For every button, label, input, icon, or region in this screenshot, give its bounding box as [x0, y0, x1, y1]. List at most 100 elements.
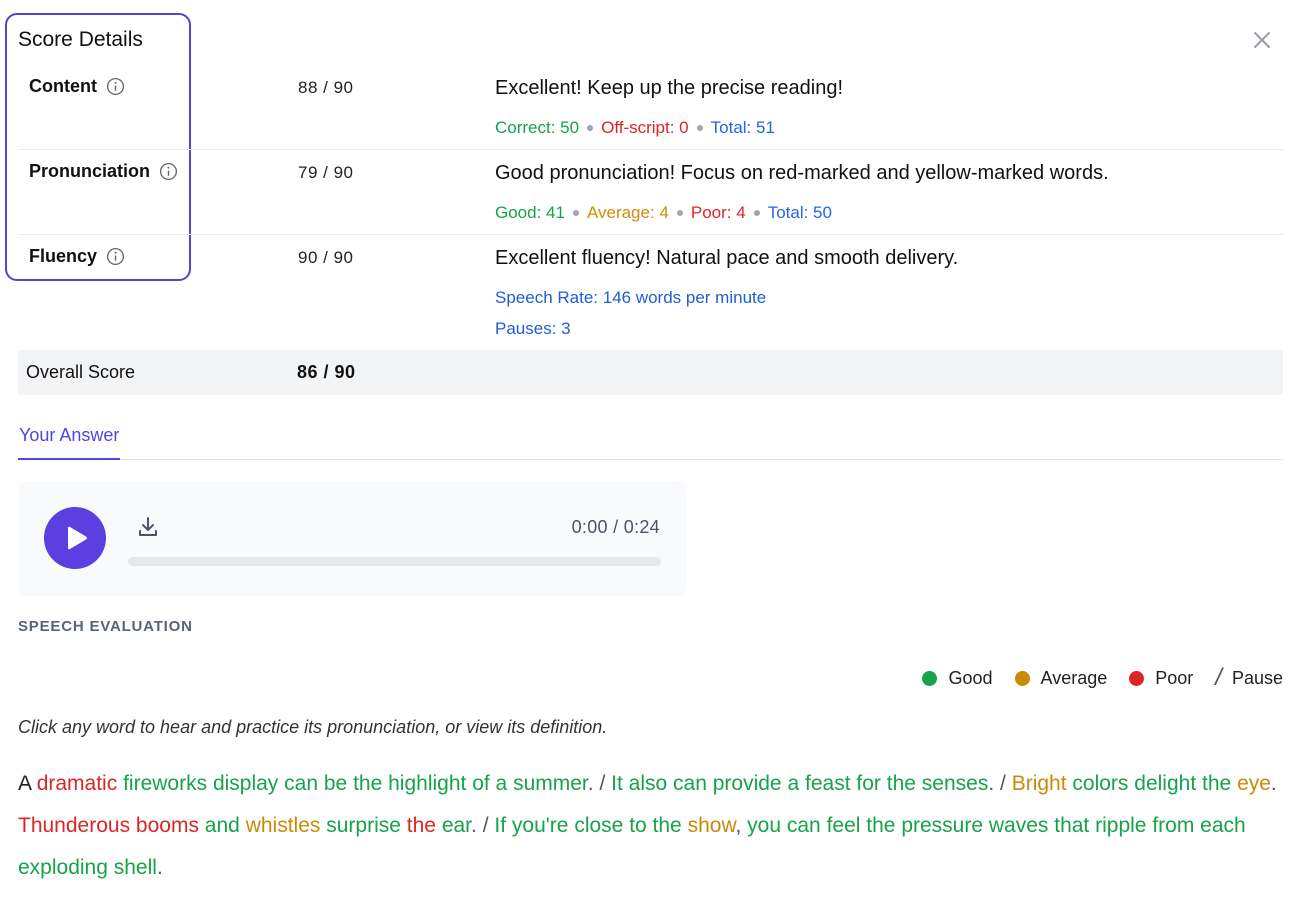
fluency-pauses: Pauses: 3: [495, 319, 571, 338]
fluency-speech-rate: Speech Rate: 146 words per minute: [495, 288, 767, 307]
close-icon[interactable]: [1251, 29, 1273, 51]
word[interactable]: whistles: [246, 814, 321, 837]
tab-your-answer[interactable]: Your Answer: [18, 425, 121, 460]
pronunciation-good-count: Good: 41: [495, 203, 565, 222]
separator-dot: [753, 210, 760, 216]
word[interactable]: ripple: [1095, 814, 1146, 837]
word[interactable]: feel: [827, 814, 861, 837]
word[interactable]: A: [18, 772, 31, 795]
word[interactable]: close: [574, 814, 623, 837]
legend-poor: Poor: [1129, 668, 1193, 689]
punctuation: .: [587, 772, 594, 795]
speech-evaluation-heading: SPEECH EVALUATION: [18, 618, 193, 635]
content-score: 88 / 90: [298, 78, 354, 97]
word[interactable]: be: [324, 772, 347, 795]
word[interactable]: for: [856, 772, 881, 795]
word[interactable]: of: [472, 772, 490, 795]
punctuation: .: [1270, 772, 1277, 795]
word[interactable]: exploding: [18, 856, 108, 879]
separator-dot: [572, 210, 579, 216]
word[interactable]: a: [496, 772, 508, 795]
punctuation: .: [471, 814, 477, 837]
content-label: Content: [29, 76, 97, 96]
content-total-count: Total: 51: [710, 118, 775, 137]
word[interactable]: each: [1200, 814, 1246, 837]
play-icon: [68, 526, 87, 550]
info-icon[interactable]: [159, 162, 178, 181]
word[interactable]: It: [611, 772, 623, 795]
pronunciation-average-count: Average: 4: [586, 203, 669, 222]
progress-track[interactable]: [128, 557, 661, 566]
word[interactable]: a: [787, 772, 799, 795]
punctuation: ,: [735, 814, 742, 837]
word[interactable]: that: [1054, 814, 1089, 837]
word[interactable]: pressure: [901, 814, 983, 837]
info-icon[interactable]: [106, 77, 125, 96]
play-button[interactable]: [44, 507, 106, 569]
download-icon[interactable]: [136, 515, 160, 539]
content-category: Content: [29, 76, 125, 97]
separator-dot: [696, 125, 703, 131]
average-dot-icon: [1014, 670, 1030, 686]
word[interactable]: shell: [114, 856, 157, 879]
word[interactable]: Bright: [1012, 772, 1067, 795]
overall-score-value: 86 / 90: [297, 362, 356, 382]
word[interactable]: delight: [1134, 772, 1196, 795]
punctuation: .: [988, 772, 995, 795]
word[interactable]: you: [747, 814, 781, 837]
word[interactable]: provide: [713, 772, 782, 795]
word[interactable]: senses: [922, 772, 989, 795]
word[interactable]: can: [787, 814, 821, 837]
word[interactable]: from: [1152, 814, 1194, 837]
legend-average-label: Average: [1040, 667, 1108, 688]
pronunciation-stats: Good: 41 Average: 4 Poor: 4 Total: 50: [495, 203, 832, 223]
separator-dot: [676, 210, 683, 216]
word[interactable]: to: [629, 814, 647, 837]
word[interactable]: also: [629, 772, 668, 795]
word[interactable]: the: [353, 772, 382, 795]
word[interactable]: booms: [136, 814, 199, 837]
content-correct-count: Correct: 50: [495, 118, 580, 137]
pronunciation-feedback: Good pronunciation! Focus on red-marked …: [495, 162, 1109, 184]
legend-average: Average: [1014, 667, 1108, 689]
pronunciation-total-count: Total: 50: [767, 203, 832, 222]
evaluated-passage: A dramatic fireworks display can be the …: [18, 763, 1286, 889]
fluency-category: Fluency: [29, 246, 125, 267]
word[interactable]: ear: [442, 814, 471, 837]
word[interactable]: the: [407, 814, 436, 837]
evaluation-hint: Click any word to hear and practice its …: [18, 717, 608, 737]
pause-marker: /: [599, 772, 606, 795]
word[interactable]: the: [887, 772, 916, 795]
word[interactable]: waves: [989, 814, 1049, 837]
content-score-row: Content 88 / 90 Excellent! Keep up the p…: [18, 65, 1283, 150]
word[interactable]: dramatic: [37, 772, 118, 795]
fluency-feedback: Excellent fluency! Natural pace and smoo…: [495, 247, 959, 269]
word[interactable]: and: [205, 814, 240, 837]
word[interactable]: the: [866, 814, 895, 837]
word[interactable]: you're: [512, 814, 569, 837]
info-icon[interactable]: [106, 247, 125, 266]
word[interactable]: feast: [805, 772, 851, 795]
word[interactable]: fireworks: [123, 772, 207, 795]
word[interactable]: eye: [1237, 772, 1271, 795]
word[interactable]: can: [284, 772, 318, 795]
content-offscript-count: Off-script: 0: [601, 118, 689, 137]
word[interactable]: If: [494, 814, 506, 837]
pronunciation-category: Pronunciation: [29, 161, 178, 182]
word[interactable]: show: [688, 814, 736, 837]
word[interactable]: the: [653, 814, 682, 837]
pronunciation-label: Pronunciation: [29, 161, 150, 181]
word[interactable]: the: [1202, 772, 1231, 795]
word[interactable]: can: [673, 772, 707, 795]
content-feedback: Excellent! Keep up the precise reading!: [495, 77, 843, 99]
good-dot-icon: [922, 670, 938, 686]
legend-pause: / Pause: [1215, 664, 1283, 692]
word[interactable]: display: [213, 772, 278, 795]
word[interactable]: Thunderous: [18, 814, 130, 837]
word[interactable]: highlight: [388, 772, 466, 795]
legend-poor-label: Poor: [1155, 667, 1194, 688]
word[interactable]: summer: [513, 772, 588, 795]
word[interactable]: surprise: [326, 814, 401, 837]
word[interactable]: colors: [1072, 772, 1128, 795]
separator-dot: [587, 125, 594, 131]
